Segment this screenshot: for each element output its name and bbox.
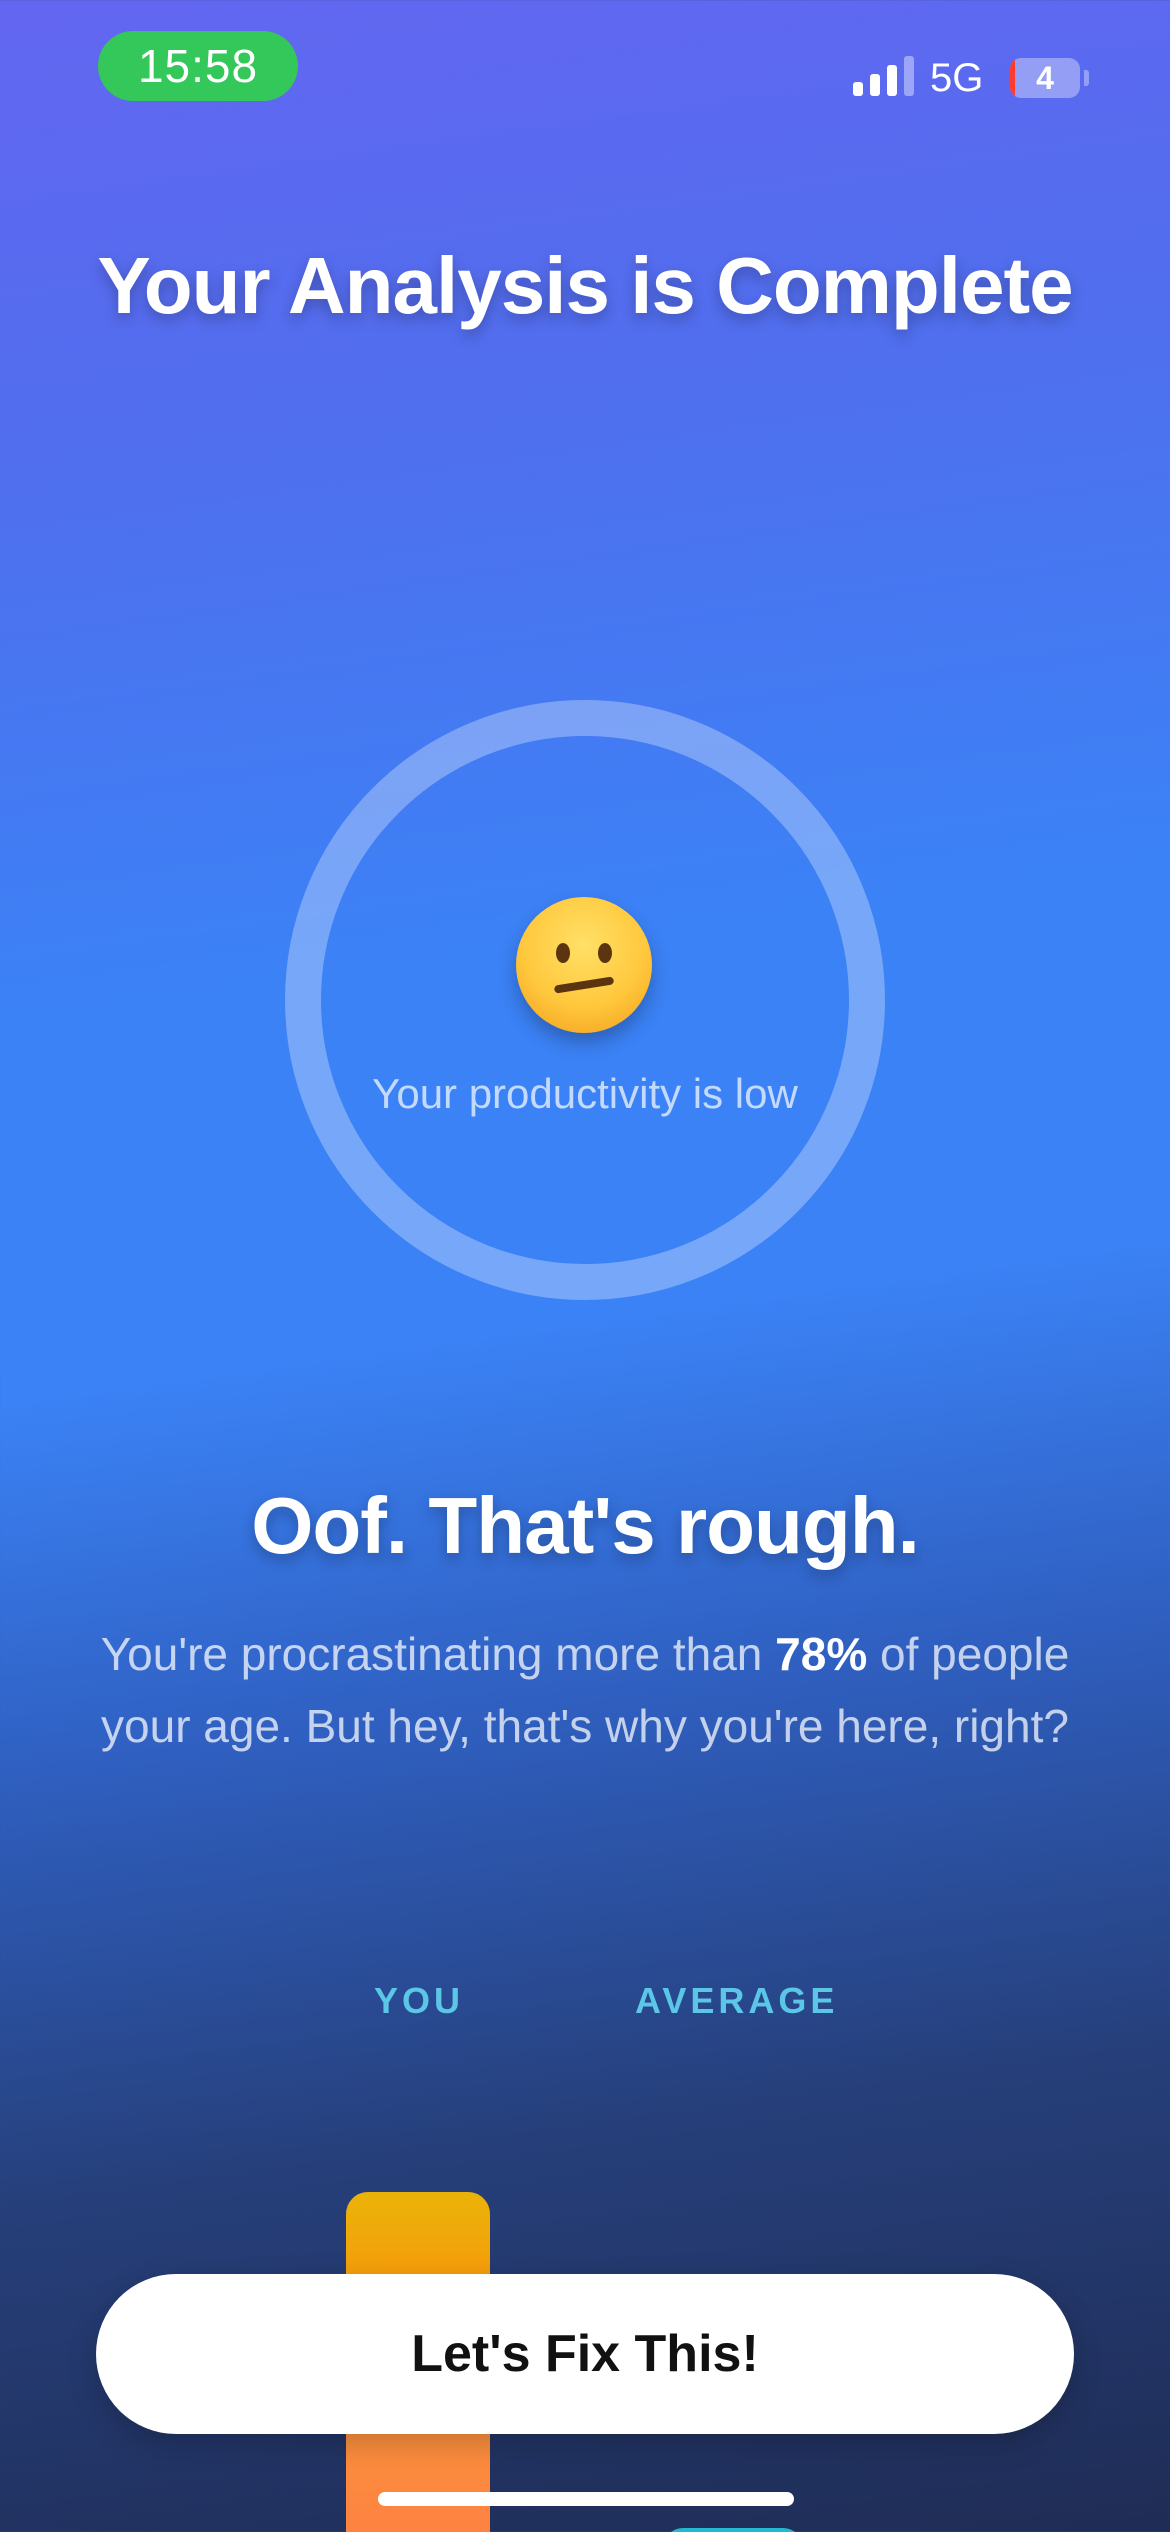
productivity-caption: Your productivity is low — [372, 1070, 798, 1117]
signal-icon — [853, 56, 914, 96]
fix-this-button[interactable]: Let's Fix This! — [96, 2274, 1074, 2434]
home-indicator[interactable] — [378, 2492, 794, 2506]
page-title: Your Analysis is Complete — [97, 241, 1073, 330]
result-description: You're procrastinating more than 78% of … — [100, 1618, 1070, 1762]
average-bar — [663, 2528, 803, 2532]
battery-tip — [1084, 70, 1089, 86]
result-headline: Oof. That's rough. — [251, 1481, 920, 1570]
battery-level: 4 — [1036, 60, 1054, 96]
average-label: AVERAGE — [635, 1980, 839, 2021]
status-bar: 15:58 5G 4 — [0, 0, 1170, 140]
battery-icon: 4 — [1010, 58, 1080, 98]
you-label: YOU — [374, 1980, 465, 2021]
result-percentage: 78% — [775, 1628, 868, 1680]
confused-face-icon — [516, 897, 652, 1033]
status-time: 15:58 — [98, 31, 298, 101]
result-text-start: You're procrastinating more than — [100, 1628, 776, 1680]
network-type: 5G — [930, 56, 984, 100]
